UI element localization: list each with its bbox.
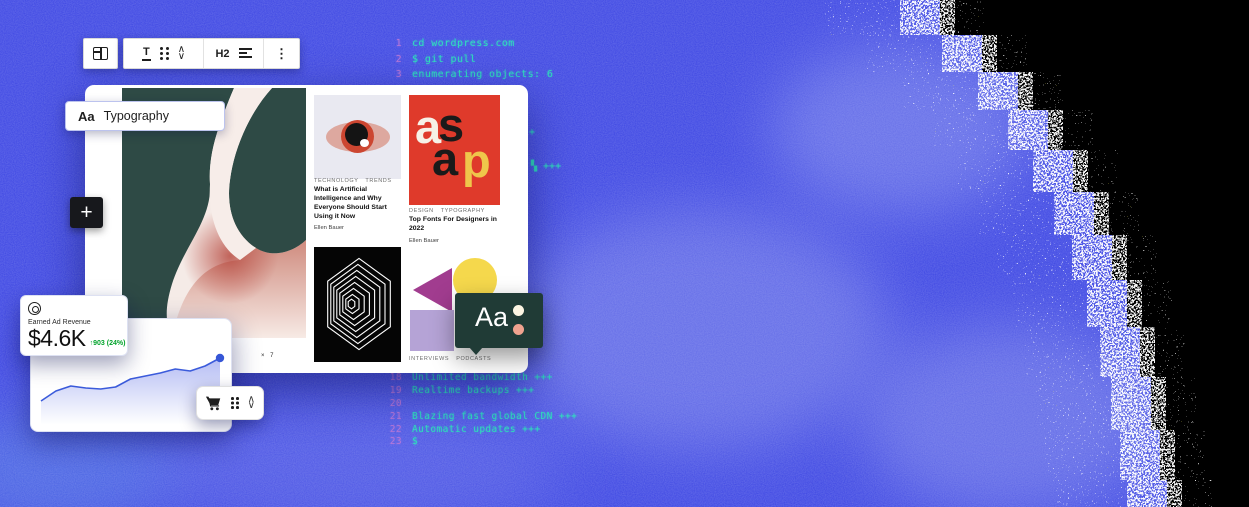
article-tags: TECHNOLOGY TRENDS bbox=[314, 178, 392, 184]
line-number: 1 bbox=[395, 38, 402, 50]
terminal-fragment: + bbox=[529, 127, 536, 138]
options-button[interactable]: ⋮ bbox=[275, 46, 288, 62]
align-button[interactable] bbox=[238, 48, 252, 59]
chart-endpoint-dot bbox=[215, 353, 225, 363]
block-inserter-button[interactable]: + bbox=[70, 197, 103, 228]
chart-area-fill bbox=[41, 358, 220, 425]
line-number: 21 bbox=[389, 410, 402, 422]
terminal-line: 23 $ bbox=[384, 435, 577, 448]
artwork-signature: × 7 bbox=[261, 353, 276, 359]
terminal-line: 2 $ git pull bbox=[384, 52, 553, 68]
hexagon-opart-image bbox=[314, 247, 401, 362]
color-swatch-dot bbox=[513, 324, 524, 335]
block-switcher-toolbar bbox=[83, 38, 118, 69]
terminal-text: Realtime backups +++ bbox=[412, 384, 535, 396]
asap-poster-image: a s a p bbox=[409, 95, 500, 205]
typography-chip[interactable]: Aa Typography bbox=[65, 101, 225, 131]
terminal-fragment: ▚ +++ bbox=[531, 161, 562, 172]
terminal-text: $ git pull bbox=[412, 53, 477, 65]
terminal-text: Automatic updates +++ bbox=[412, 423, 541, 435]
chevron-down-icon: ∨ bbox=[247, 400, 255, 411]
move-block-buttons[interactable]: ∧ ∨ bbox=[247, 395, 255, 411]
hero-collage: 1 cd wordpress.com 2 $ git pull 3 enumerati… bbox=[0, 0, 1249, 507]
revenue-delta-badge: ↑903 (24%) bbox=[89, 340, 126, 348]
line-number: 19 bbox=[389, 384, 402, 396]
lavender-square-shape bbox=[410, 310, 454, 351]
layout-grid-icon bbox=[93, 47, 108, 60]
terminal-top-lines: 1 cd wordpress.com 2 $ git pull 3 enumerati… bbox=[384, 36, 553, 83]
drag-handle-icon bbox=[159, 47, 163, 50]
line-number: 2 bbox=[395, 53, 402, 65]
line-number: 3 bbox=[395, 69, 402, 81]
drag-handle[interactable] bbox=[159, 47, 169, 60]
article-title: What is Artificial Intelligence and Why … bbox=[314, 186, 387, 220]
article-tags: DESIGN TYPOGRAPHY bbox=[409, 208, 485, 214]
poster-letter: p bbox=[462, 134, 491, 187]
typography-preview-tooltip: Aa bbox=[455, 293, 543, 355]
cart-block-toolbar: ∧ ∨ bbox=[196, 386, 264, 420]
eye-glint bbox=[360, 139, 369, 147]
heading-level-button[interactable]: H2 bbox=[215, 48, 229, 60]
terminal-text: Unlimited bandwidth +++ bbox=[412, 371, 553, 383]
article-tags: INTERVIEWS PODCASTS bbox=[409, 356, 492, 362]
wordads-icon bbox=[28, 302, 41, 315]
terminal-text: enumerating objects: 6 bbox=[412, 69, 554, 81]
typography-aa-icon: Aa bbox=[78, 108, 95, 124]
magenta-triangle-shape bbox=[413, 268, 452, 312]
earned-ad-revenue-card: Earned Ad Revenue $4.6K ↑903 (24%) bbox=[20, 295, 128, 356]
article-title: Top Fonts For Designers in 2022 bbox=[409, 216, 497, 232]
block-toolbar: T ∧ ∨ H2 ⋮ bbox=[123, 38, 300, 69]
article-author: Ellen Bauer bbox=[314, 225, 344, 231]
line-number: 20 bbox=[389, 397, 402, 409]
move-block-buttons[interactable]: ∧ ∨ bbox=[177, 45, 186, 62]
poster-letter: a bbox=[432, 132, 459, 185]
chevron-down-icon: ∨ bbox=[177, 50, 186, 62]
cart-button[interactable] bbox=[205, 395, 222, 411]
drag-handle[interactable] bbox=[231, 397, 239, 409]
terminal-text: Blazing fast global CDN +++ bbox=[412, 410, 578, 422]
revenue-value: $4.6K bbox=[28, 325, 86, 351]
terminal-bottom-lines: 18 Unlimited bandwidth +++ 19 Realtime bac… bbox=[384, 371, 577, 448]
drag-handle-icon bbox=[231, 397, 234, 400]
terminal-text: cd wordpress.com bbox=[412, 38, 515, 50]
line-number: 22 bbox=[389, 423, 402, 435]
terminal-line: 3 enumerating objects: 6 bbox=[384, 67, 553, 83]
terminal-line: 1 cd wordpress.com bbox=[384, 36, 553, 52]
eye-illustration-image bbox=[314, 95, 401, 179]
line-number: 23 bbox=[389, 436, 402, 448]
terminal-line: 22 Automatic updates +++ bbox=[384, 423, 577, 436]
typography-chip-label: Typography bbox=[103, 109, 169, 123]
terminal-text: $ bbox=[412, 436, 419, 448]
terminal-line: 20 bbox=[384, 397, 577, 410]
heading-block-button[interactable]: T bbox=[141, 46, 151, 61]
terminal-line: 19 Realtime backups +++ bbox=[384, 384, 577, 397]
aa-preview-label: Aa bbox=[475, 302, 509, 332]
line-number: 18 bbox=[389, 371, 402, 383]
terminal-line: 21 Blazing fast global CDN +++ bbox=[384, 410, 577, 423]
align-left-icon bbox=[238, 48, 252, 54]
heading-text-icon: T bbox=[141, 46, 151, 61]
layout-grid-button[interactable] bbox=[93, 47, 108, 60]
article-author: Ellen Bauer bbox=[409, 238, 439, 244]
color-swatch-dot bbox=[513, 305, 524, 316]
shopping-cart-icon bbox=[205, 396, 221, 411]
